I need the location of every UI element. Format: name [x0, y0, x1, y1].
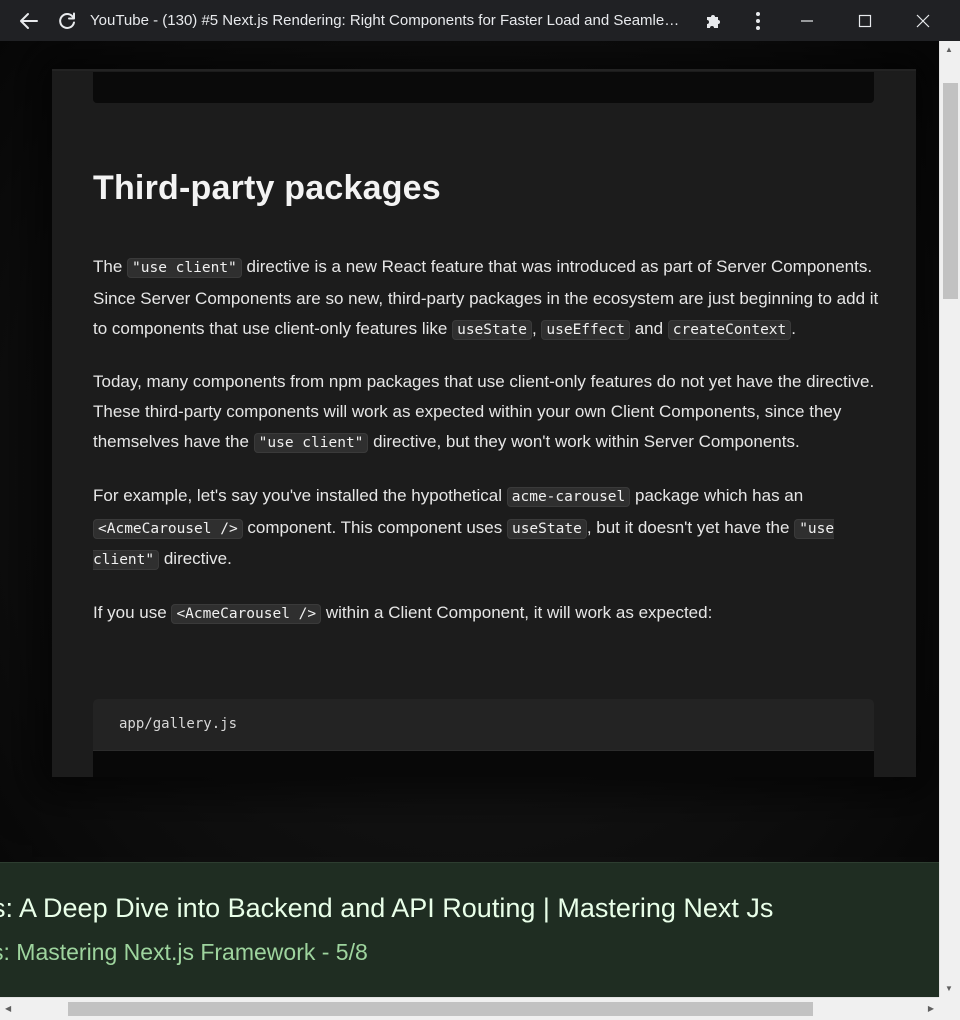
inline-code: useState [452, 319, 532, 340]
video-title[interactable]: js: A Deep Dive into Backend and API Rou… [0, 893, 773, 924]
scroll-up-arrow-icon[interactable]: ▲ [945, 45, 953, 54]
inline-code: "use client" [253, 432, 369, 453]
arrow-left-icon [20, 12, 38, 29]
inline-code: acme-carousel [506, 486, 631, 507]
doc-paragraph-4: If you use <AcmeCarousel /> within a Cli… [93, 598, 883, 630]
back-button[interactable] [10, 0, 48, 41]
playlist-subtitle[interactable]: s: Mastering Next.js Framework - 5/8 [0, 939, 368, 966]
browser-titlebar: YouTube - (130) #5 Next.js Rendering: Ri… [0, 0, 960, 41]
frame-top-divider [52, 69, 916, 71]
code-block-filename-bar: app/gallery.js [93, 699, 874, 751]
inline-code: "use client" [127, 258, 242, 278]
maximize-icon [858, 14, 872, 27]
text: within a Client Component, it will work … [321, 603, 713, 623]
video-frame: Third-party packages The "use client" di… [52, 69, 916, 777]
close-button[interactable] [894, 0, 952, 41]
text: and [629, 318, 668, 338]
doc-paragraph-1: The "use client" directive is a new Reac… [93, 252, 883, 345]
kebab-menu-icon [756, 11, 760, 30]
text: directive, but they won't work within Se… [368, 431, 800, 451]
text: . [791, 318, 797, 338]
video-info-panel[interactable]: js: A Deep Dive into Backend and API Rou… [0, 862, 939, 997]
minimize-icon [801, 19, 813, 22]
doc-heading: Third-party packages [93, 169, 441, 207]
horizontal-scroll-thumb[interactable] [68, 1002, 813, 1016]
more-menu-button[interactable] [738, 0, 778, 41]
reload-button[interactable] [48, 0, 86, 41]
scroll-right-arrow-icon[interactable]: ▶ [928, 1004, 934, 1013]
text: The [93, 257, 128, 276]
video-viewport[interactable]: Third-party packages The "use client" di… [0, 41, 939, 997]
inline-code: <AcmeCarousel /> [171, 604, 322, 625]
top-code-block [93, 72, 874, 103]
minimize-button[interactable] [778, 0, 836, 41]
scroll-down-arrow-icon[interactable]: ▼ [945, 984, 953, 993]
doc-paragraph-2: Today, many components from npm packages… [93, 367, 883, 458]
doc-body: The "use client" directive is a new Reac… [93, 252, 883, 652]
vertical-scroll-thumb[interactable] [943, 83, 958, 299]
vertical-scrollbar[interactable]: ▲ ▼ [939, 41, 960, 997]
puzzle-icon [707, 14, 720, 28]
inline-code: createContext [667, 319, 792, 340]
text: , [531, 318, 542, 338]
scrollbar-corner [939, 997, 960, 1020]
maximize-button[interactable] [836, 0, 894, 41]
text: , but it doesn't yet have the [586, 517, 795, 537]
text: directive. [159, 549, 232, 569]
doc-paragraph-3: For example, let's say you've installed … [93, 481, 883, 576]
inline-code: useEffect [541, 319, 630, 340]
code-filename: app/gallery.js [119, 716, 238, 732]
close-icon [916, 14, 930, 27]
window-title: YouTube - (130) #5 Next.js Rendering: Ri… [90, 12, 680, 29]
inline-code: useState [506, 518, 587, 539]
inline-code: <AcmeCarousel /> [93, 518, 243, 539]
scroll-left-arrow-icon[interactable]: ◀ [5, 1004, 11, 1013]
extensions-button[interactable] [694, 0, 734, 41]
text: For example, let's say you've installed … [93, 485, 507, 505]
text: component. This component uses [242, 517, 507, 537]
reload-icon [59, 12, 75, 29]
text: If you use [93, 603, 172, 623]
code-block-body [93, 751, 874, 777]
horizontal-scrollbar[interactable]: ◀ ▶ [0, 997, 939, 1020]
text: package which has an [630, 485, 804, 505]
